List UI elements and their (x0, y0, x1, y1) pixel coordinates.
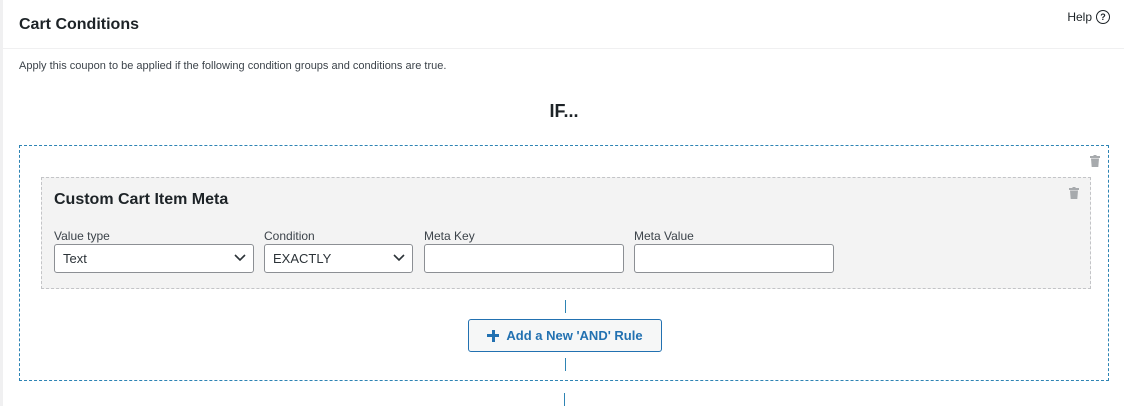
panel-description: Apply this coupon to be applied if the f… (19, 60, 447, 72)
value-type-selected: Text (63, 251, 87, 266)
value-type-select[interactable]: Text (54, 244, 254, 273)
meta-key-label: Meta Key (424, 229, 475, 243)
trash-icon[interactable] (1069, 187, 1079, 199)
condition-title: Custom Cart Item Meta (54, 191, 229, 208)
add-rule-label: Add a New 'AND' Rule (506, 328, 643, 343)
condition-group: Custom Cart Item Meta Value type Text Co… (19, 145, 1109, 381)
chevron-down-icon (393, 254, 405, 262)
admin-edge (0, 0, 3, 406)
chevron-down-icon (234, 254, 246, 262)
help-link[interactable]: Help ? (1067, 10, 1110, 24)
if-label: IF... (549, 101, 579, 121)
condition-select[interactable]: EXACTLY (264, 244, 413, 273)
help-label: Help (1067, 10, 1092, 24)
meta-value-label: Meta Value (634, 229, 694, 243)
condition-label: Condition (264, 229, 315, 243)
condition-selected: EXACTLY (273, 251, 332, 266)
meta-key-input[interactable] (424, 244, 624, 273)
add-and-rule-button[interactable]: Add a New 'AND' Rule (468, 319, 662, 352)
meta-value-input[interactable] (634, 244, 834, 273)
group-connector (564, 393, 565, 406)
value-type-label: Value type (54, 229, 110, 243)
question-circle-icon: ? (1096, 10, 1110, 24)
panel-title: Cart Conditions (19, 16, 139, 33)
trash-icon[interactable] (1090, 155, 1100, 167)
rule-connector-top (565, 300, 566, 313)
plus-icon (487, 329, 500, 342)
cart-conditions-page: Cart Conditions Help ? Apply this coupon… (0, 0, 1124, 406)
header-divider (3, 48, 1124, 49)
rule-connector-bottom (565, 358, 566, 371)
condition-card: Custom Cart Item Meta Value type Text Co… (41, 177, 1091, 289)
